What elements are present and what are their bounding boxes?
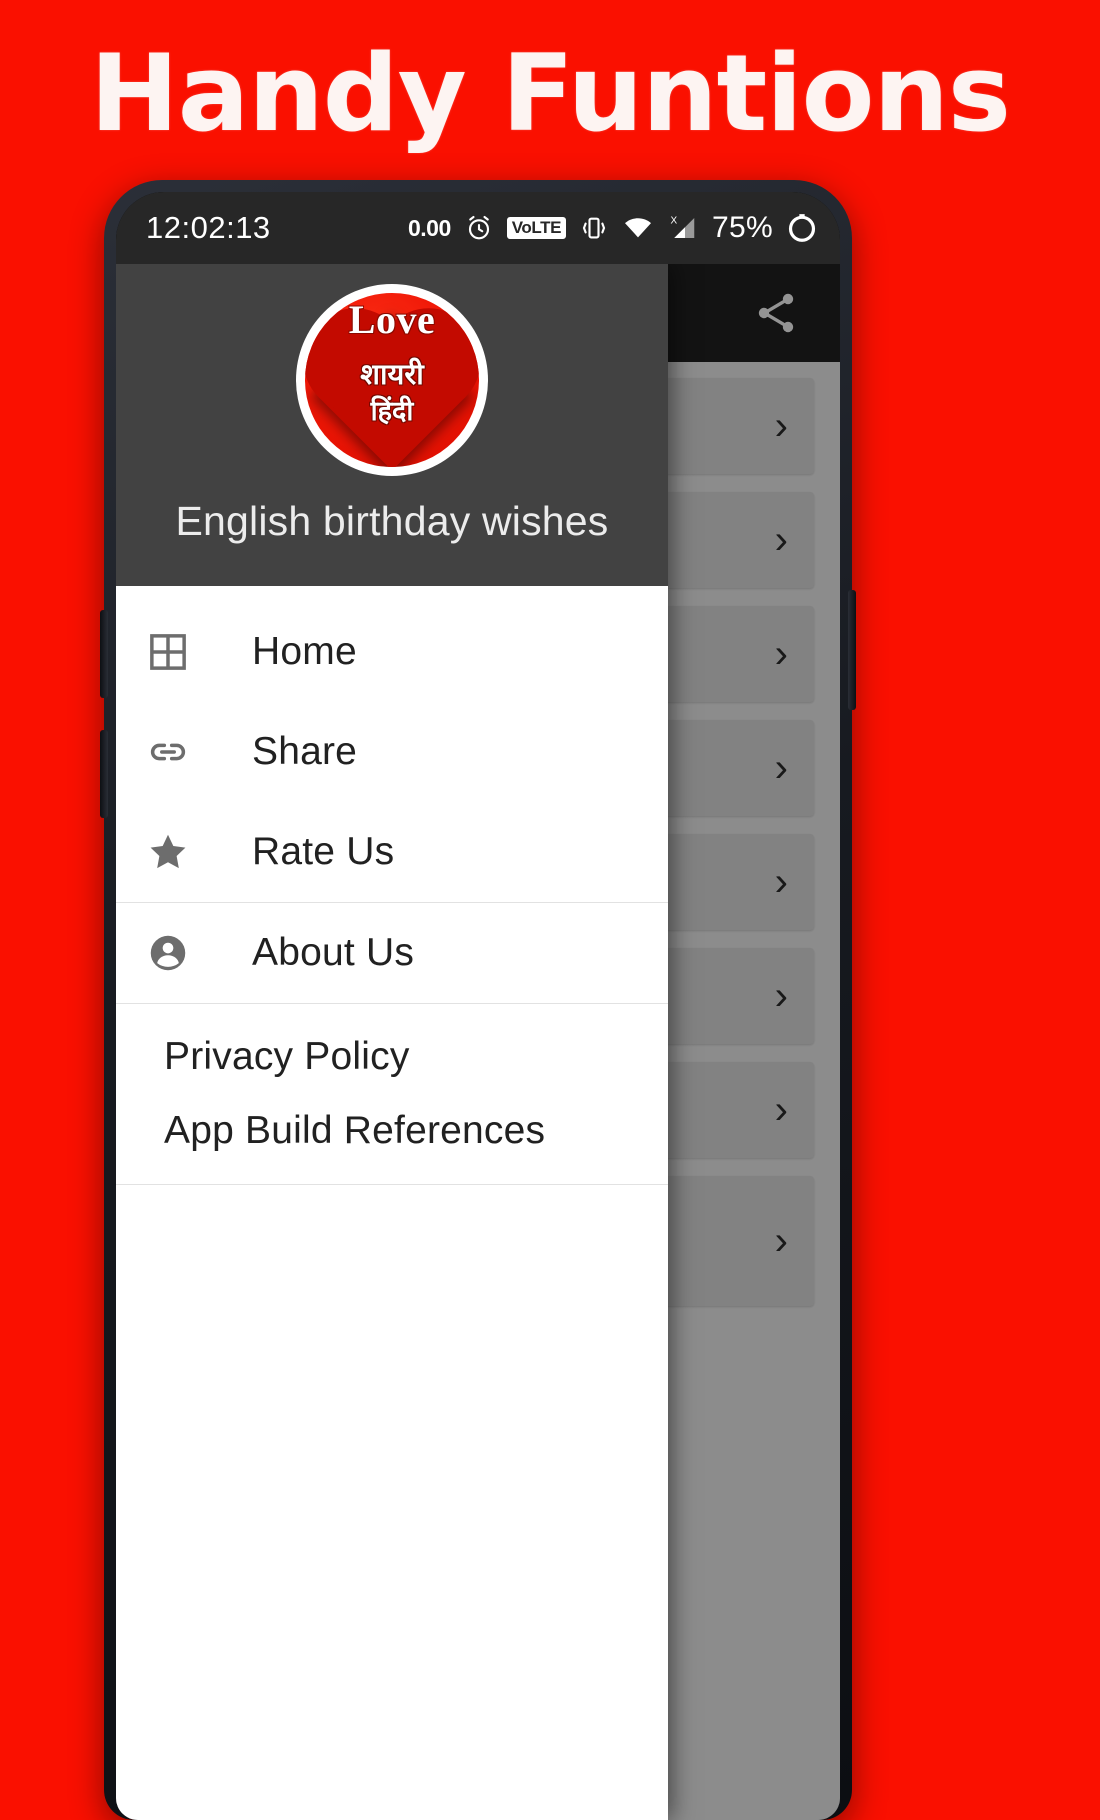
drawer-primary-group: Home Share Rate Us [116,586,668,902]
logo-text-shayari: शायरी [360,357,424,391]
battery-circle-icon [786,212,818,244]
page-title: Handy Funtions [89,32,1011,155]
drawer-subtitle: English birthday wishes [175,498,609,544]
wifi-icon [622,213,654,243]
phone-screen: 12:02:13 0.00 VoLTE X 75% › › › › › › › … [116,192,840,1820]
logo-text-hindi: हिंदी [370,396,414,427]
sidebar-item-label: About Us [252,931,415,974]
signal-no-sim-icon: X [667,213,699,243]
star-icon [146,830,208,874]
drawer-tertiary-group: Privacy Policy App Build References [116,1004,668,1184]
svg-text:X: X [671,216,678,227]
drawer-header: Love शायरी हिंदी English birthday wishes [116,264,668,586]
data-rate-label: 0.00 [407,214,451,241]
link-icon [146,730,208,774]
account-circle-icon [146,931,208,975]
sidebar-item-label: Privacy Policy [164,1035,410,1078]
logo-text-love: Love [348,297,436,342]
status-clock: 12:02:13 [146,210,271,245]
drawer-secondary-group: About Us [116,903,668,1003]
sidebar-item-label: Home [252,630,357,673]
sidebar-item-app-build-references[interactable]: App Build References [116,1094,668,1168]
volte-icon: VoLTE [506,217,567,239]
sidebar-item-label: App Build References [164,1109,546,1152]
app-logo: Love शायरी हिंदी [296,284,488,476]
alarm-clock-icon [464,213,494,243]
power-button[interactable] [848,590,856,710]
volume-up-button[interactable] [100,610,108,698]
volume-down-button[interactable] [100,730,108,818]
navigation-drawer: Love शायरी हिंदी English birthday wishes [116,264,668,1820]
drawer-divider [116,1184,668,1185]
grid-icon [146,630,208,674]
sidebar-item-about-us[interactable]: About Us [116,903,668,1003]
sidebar-item-share[interactable]: Share [116,702,668,802]
vibrate-icon [579,213,609,243]
sidebar-item-label: Share [252,730,358,773]
sidebar-item-home[interactable]: Home [116,602,668,702]
sidebar-item-privacy-policy[interactable]: Privacy Policy [116,1020,668,1094]
sidebar-item-label: Rate Us [252,830,395,873]
sidebar-item-rate-us[interactable]: Rate Us [116,802,668,902]
phone-mockup: 12:02:13 0.00 VoLTE X 75% › › › › › › › … [100,180,856,1820]
status-icons: 0.00 VoLTE X 75% [408,211,818,245]
status-bar: 12:02:13 0.00 VoLTE X 75% [116,192,840,264]
battery-percent-label: 75% [712,211,773,244]
